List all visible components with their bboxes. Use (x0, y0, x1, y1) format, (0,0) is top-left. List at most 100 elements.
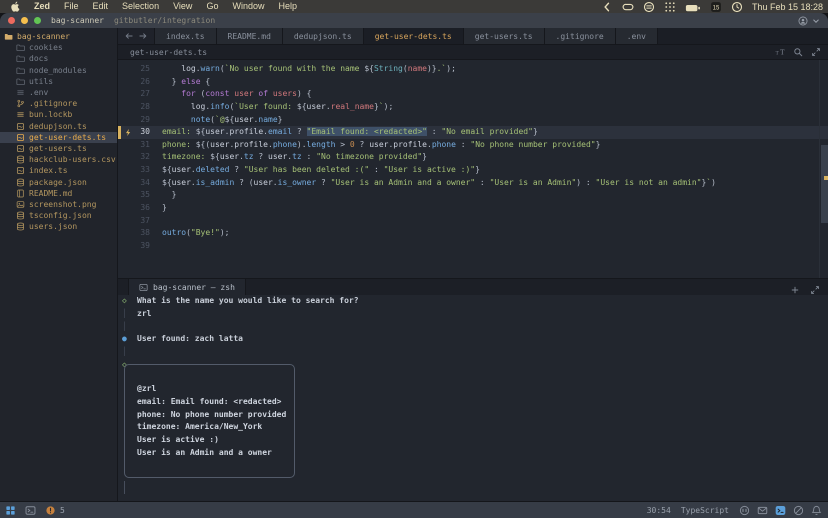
project-name[interactable]: bag-scanner (51, 16, 104, 25)
code-line-37[interactable]: 37 (118, 215, 828, 228)
code-line-25[interactable]: 25 log.warn(`No user found with the name… (118, 63, 828, 76)
menu-view[interactable]: View (166, 0, 199, 13)
expand-pane-icon[interactable] (811, 47, 821, 57)
mail-icon[interactable] (757, 505, 768, 516)
tab-env[interactable]: .env (616, 28, 658, 44)
tab-readme-md[interactable]: README.md (217, 28, 283, 44)
terminal-tab[interactable]: bag-scanner — zsh (128, 279, 246, 295)
grid-dots-icon[interactable] (664, 1, 676, 13)
code-line-27[interactable]: 27 for (const user of users) { (118, 88, 828, 101)
navigate-forward-icon[interactable] (137, 30, 149, 42)
code-text: ${user.is_admin ? (user.is_owner ? "User… (162, 177, 828, 190)
menu-help[interactable]: Help (271, 0, 304, 13)
project-panel-toggle-icon[interactable] (5, 505, 16, 516)
menu-edit[interactable]: Edit (86, 0, 116, 13)
sidebar-item-get-users-ts[interactable]: get-users.ts (0, 143, 117, 154)
collab-panel-icon[interactable] (25, 505, 36, 516)
file-label: dedupjson.ts (29, 122, 87, 131)
code-line-29[interactable]: 29 note(`@${user.name} (118, 114, 828, 127)
diagnostics-summary[interactable]: 5 (45, 505, 65, 516)
sidebar-item-docs[interactable]: docs (0, 53, 117, 64)
editor-scrollbar[interactable] (819, 60, 828, 278)
sidebar-item-tsconfig-json[interactable]: tsconfig.json (0, 210, 117, 221)
navigate-back-icon[interactable] (123, 30, 135, 42)
minimize-window-button[interactable] (21, 17, 28, 24)
svg-text:15: 15 (713, 5, 720, 11)
code-line-28[interactable]: 28 log.info(`User found: ${user.real_nam… (118, 101, 828, 114)
zoom-window-button[interactable] (34, 17, 41, 24)
menubar-clock[interactable]: Thu Feb 15 18:28 (752, 2, 823, 12)
code-line-36[interactable]: 36} (118, 202, 828, 215)
line-number: 25 (118, 63, 162, 76)
code-text: phone: ${(user.profile.phone).length > 0… (162, 139, 828, 152)
file-ts-icon (16, 166, 25, 175)
close-window-button[interactable] (8, 17, 15, 24)
code-line-31[interactable]: 31phone: ${(user.profile.phone).length >… (118, 139, 828, 152)
sidebar-item-env[interactable]: .env (0, 87, 117, 98)
menu-go[interactable]: Go (199, 0, 225, 13)
db-icon (16, 211, 25, 220)
sidebar-item-screenshot-png[interactable]: screenshot.png (0, 199, 117, 210)
display-icon[interactable] (622, 1, 634, 13)
user-switch-icon[interactable] (643, 1, 655, 13)
code-action-icon[interactable] (124, 128, 133, 137)
code-line-35[interactable]: 35 } (118, 189, 828, 202)
sidebar-item-cookies[interactable]: cookies (0, 42, 117, 53)
new-terminal-icon[interactable] (790, 282, 800, 292)
lines-icon (16, 110, 25, 119)
tab-get-users-ts[interactable]: get-users.ts (464, 28, 545, 44)
scrollbar-thumb[interactable] (821, 145, 828, 223)
terminal-solid-icon[interactable] (775, 505, 786, 516)
cursor-position[interactable]: 30:54 (647, 506, 671, 515)
sidebar-item-utils[interactable]: utils (0, 76, 117, 87)
menu-selection[interactable]: Selection (115, 0, 166, 13)
expand-terminal-icon[interactable] (810, 282, 820, 292)
sidebar-item-readme-md[interactable]: README.md (0, 188, 117, 199)
sidebar-item-users-json[interactable]: users.json (0, 221, 117, 232)
tab-gitignore[interactable]: .gitignore (545, 28, 616, 44)
chevron-down-icon[interactable] (812, 17, 820, 25)
menu-zed[interactable]: Zed (27, 0, 57, 13)
tab-index-ts[interactable]: index.ts (155, 28, 217, 44)
breadcrumb[interactable]: get-user-dets.ts (130, 48, 207, 57)
tab-dedupjson-ts[interactable]: dedupjson.ts (283, 28, 364, 44)
bell-icon[interactable] (811, 505, 822, 516)
code-line-39[interactable]: 39 (118, 240, 828, 253)
code-line-30[interactable]: 30email: ${user.profile.email ? "Email f… (118, 126, 828, 139)
sidebar-item-gitignore[interactable]: .gitignore (0, 98, 117, 109)
image-icon (16, 200, 25, 209)
terminal-line: ●User found: zach latta (118, 333, 828, 346)
code-line-33[interactable]: 33${user.deleted ? "User has been delete… (118, 164, 828, 177)
user-avatar-icon[interactable] (798, 16, 808, 26)
sidebar-item-package-json[interactable]: package.json (0, 176, 117, 187)
search-icon[interactable] (793, 47, 803, 57)
terminal-line: │ (118, 346, 828, 359)
sidebar-item-dedupjson-ts[interactable]: dedupjson.ts (0, 121, 117, 132)
sidebar-item-bun-lockb[interactable]: bun.lockb (0, 109, 117, 120)
terminal-output[interactable]: ◇What is the name you would like to sear… (118, 295, 828, 501)
sidebar-item-bag-scanner[interactable]: bag-scanner (0, 31, 117, 42)
slash-circle-icon[interactable] (793, 505, 804, 516)
sidebar-item-node-modules[interactable]: node_modules (0, 65, 117, 76)
code-line-34[interactable]: 34${user.is_admin ? (user.is_owner ? "Us… (118, 177, 828, 190)
menu-window[interactable]: Window (225, 0, 271, 13)
code-editor[interactable]: 25 log.warn(`No user found with the name… (118, 60, 828, 278)
code-line-26[interactable]: 26 } else { (118, 76, 828, 89)
language-selector[interactable]: TypeScript (681, 506, 729, 515)
code-text: for (const user of users) { (162, 88, 828, 101)
tab-get-user-dets-ts[interactable]: get-user-dets.ts (364, 28, 464, 44)
apple-menu-icon[interactable] (10, 1, 21, 12)
copilot-icon[interactable] (739, 505, 750, 516)
menu-file[interactable]: File (57, 0, 86, 13)
code-line-32[interactable]: 32timezone: ${user.tz ? user.tz : "No ti… (118, 151, 828, 164)
sidebar-item-index-ts[interactable]: index.ts (0, 165, 117, 176)
clock-icon[interactable] (731, 1, 743, 13)
chevron-left-icon[interactable] (601, 1, 613, 13)
font-size-icon[interactable]: TT (775, 47, 785, 57)
git-branch[interactable]: gitbutler/integration (114, 16, 215, 25)
battery-icon[interactable] (685, 1, 701, 13)
code-line-38[interactable]: 38outro("Bye!"); (118, 227, 828, 240)
calendar-icon[interactable]: 15 (710, 1, 722, 13)
sidebar-item-hackclub-users-csv[interactable]: hackclub-users.csv (0, 154, 117, 165)
sidebar-item-get-user-dets-ts[interactable]: get-user-dets.ts (0, 132, 117, 143)
